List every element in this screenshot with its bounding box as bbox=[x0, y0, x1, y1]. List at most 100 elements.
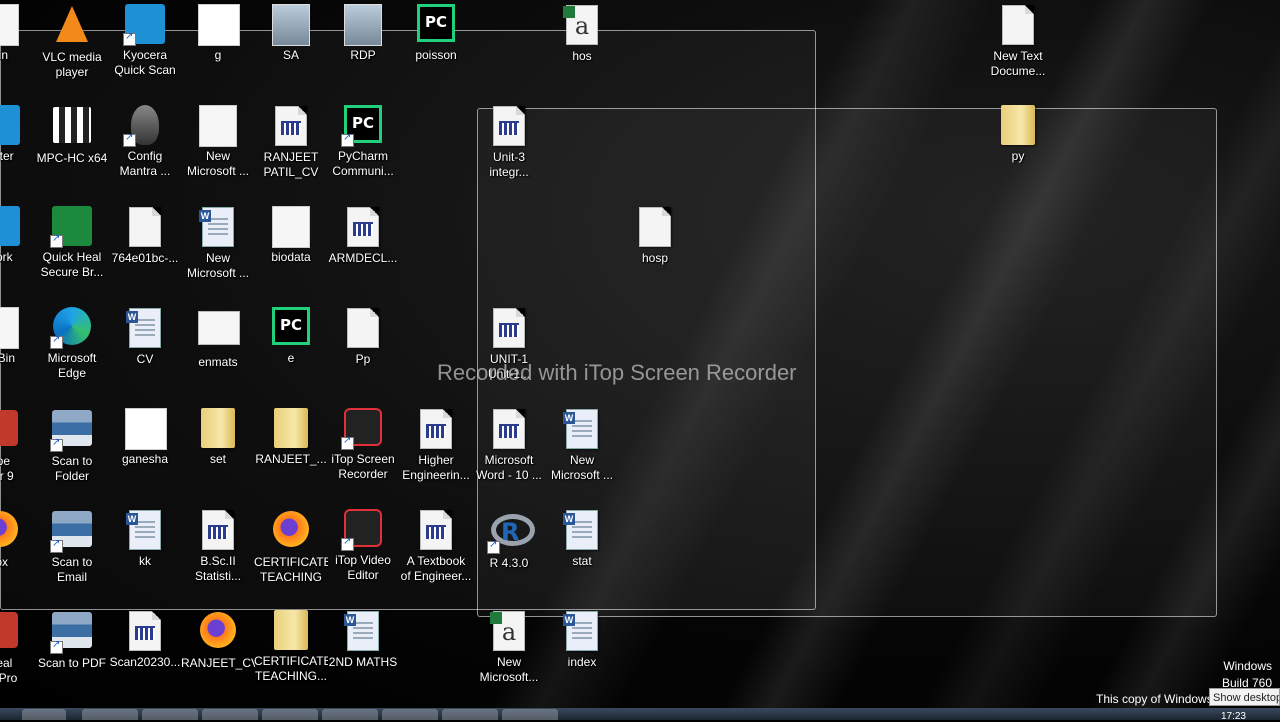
desktop-icon[interactable]: stat bbox=[545, 509, 619, 569]
desktop-icon-label: Kyocera Quick Scan bbox=[114, 48, 176, 77]
word-icon bbox=[562, 409, 602, 449]
desktop-icon-label: fox bbox=[0, 555, 8, 569]
grid-icon bbox=[489, 409, 529, 449]
desktop-icon[interactable]: PC e bbox=[254, 307, 328, 366]
desktop-icon[interactable]: A Textbook of Engineer... bbox=[399, 509, 473, 583]
desktop-icon[interactable]: Scan to Folder bbox=[35, 408, 109, 483]
doc-icon bbox=[635, 207, 675, 247]
desktop-icon-label: work bbox=[0, 250, 13, 264]
word-icon bbox=[125, 510, 165, 550]
desktop-icon-label: Microsoft Word - 10 ... bbox=[476, 453, 542, 482]
taskbar bbox=[0, 708, 1280, 720]
taskbar-app3-button[interactable] bbox=[502, 709, 558, 720]
desktop-icon-label: g bbox=[214, 48, 222, 62]
desktop-icon[interactable]: B.Sc.II Statisti... bbox=[181, 509, 255, 583]
shortcut-arrow-icon bbox=[50, 233, 63, 248]
taskbar-pycharm-button[interactable] bbox=[382, 709, 438, 720]
taskbar-app-button[interactable] bbox=[142, 709, 198, 720]
desktop-icon[interactable]: PCPyCharm Communi... bbox=[326, 105, 400, 178]
desktop-icon[interactable]: ARMDECL... bbox=[326, 206, 400, 266]
taskbar-itop-button[interactable] bbox=[322, 709, 378, 720]
desktop-icon[interactable]: CERTIFICATE TEACHING... bbox=[254, 610, 328, 683]
taskbar-explorer-button[interactable] bbox=[82, 709, 138, 720]
scan-icon bbox=[50, 612, 92, 654]
desktop-icon-label: biodata bbox=[271, 250, 311, 264]
desktop-icon[interactable]: Microsoft Word - 10 ... bbox=[472, 408, 546, 482]
word-icon bbox=[198, 207, 238, 247]
desktop-icon[interactable]: New Microsoft ... bbox=[181, 105, 255, 178]
desktop-icon[interactable]: CERTIFICATE TEACHING bbox=[254, 509, 328, 584]
desktop-icon[interactable]: Unit-3 integr... bbox=[472, 105, 546, 179]
desktop-icon[interactable]: Quick Heal Secure Br... bbox=[35, 206, 109, 279]
desktop-icon[interactable]: obe der 9 bbox=[0, 408, 37, 483]
desktop-icon[interactable]: py bbox=[981, 105, 1055, 164]
desktop-icon[interactable]: ganesha bbox=[108, 408, 182, 467]
desktop-icon[interactable]: fox bbox=[0, 509, 37, 570]
desktop-icon[interactable]: Pp bbox=[326, 307, 400, 367]
desktop-icon[interactable]: New Microsoft ... bbox=[545, 408, 619, 482]
desktop-icon-label: New Microsoft ... bbox=[550, 453, 613, 482]
taskbar-edge-button[interactable] bbox=[262, 709, 318, 720]
desktop-icon[interactable]: hosp bbox=[618, 206, 692, 266]
desktop-icon[interactable]: Scan to PDF bbox=[35, 610, 109, 671]
shortcut-arrow-icon bbox=[50, 334, 63, 349]
desktop-icon-label: le Bin bbox=[0, 351, 16, 365]
desktop-icon[interactable]: Heal us Pro bbox=[0, 610, 37, 685]
desktop-icon[interactable]: a New Microsoft... bbox=[472, 610, 546, 684]
clap-icon bbox=[52, 107, 92, 147]
desktop-icon-label: e bbox=[287, 351, 295, 365]
desktop-icon[interactable]: le Bin bbox=[0, 307, 37, 366]
desktop-icon[interactable]: nin bbox=[0, 4, 37, 63]
doc-icon bbox=[998, 5, 1038, 45]
desktop-icon[interactable]: RANJEET_CV bbox=[181, 610, 255, 671]
desktop-icon[interactable]: Scan to Email bbox=[35, 509, 109, 584]
desktop-icon[interactable]: puter bbox=[0, 105, 37, 164]
desktop-icon[interactable]: Config Mantra ... bbox=[108, 105, 182, 178]
desktop-icon[interactable]: iTop Video Editor bbox=[326, 509, 400, 582]
desktop-icon-label: RDP bbox=[350, 48, 376, 62]
desktop-icon[interactable]: Microsoft Edge bbox=[35, 307, 109, 380]
photo-icon bbox=[343, 4, 383, 46]
desktop-icon[interactable]: SA bbox=[254, 4, 328, 63]
word-icon bbox=[125, 308, 165, 348]
desktop-icon[interactable]: g bbox=[181, 4, 255, 63]
green-icon bbox=[50, 206, 92, 248]
white-icon bbox=[271, 206, 311, 248]
taskbar-app2-button[interactable] bbox=[442, 709, 498, 720]
desktop-icon[interactable]: RANJEET PATIL_CV bbox=[254, 105, 328, 179]
desktop-icon[interactable]: RDP bbox=[326, 4, 400, 63]
desktop-icon[interactable]: kk bbox=[108, 509, 182, 569]
desktop-icon[interactable]: MPC-HC x64 bbox=[35, 105, 109, 166]
desktop-icon[interactable]: PC poisson bbox=[399, 4, 473, 63]
desktop-icon[interactable]: biodata bbox=[254, 206, 328, 265]
desktop-icon[interactable]: work bbox=[0, 206, 37, 265]
desktop-icon[interactable]: a hos bbox=[545, 4, 619, 64]
taskbar-clock[interactable]: 17:23 bbox=[1221, 711, 1246, 722]
desktop-icon[interactable]: Kyocera Quick Scan bbox=[108, 4, 182, 77]
recorder-watermark: Recorded with iTop Screen Recorder bbox=[437, 360, 797, 385]
desktop-icon[interactable]: 764e01bc-... bbox=[108, 206, 182, 266]
desktop-icon[interactable]: RANJEET_... bbox=[254, 408, 328, 467]
desktop-icon[interactable]: iTop Screen Recorder bbox=[326, 408, 400, 481]
desktop-icon[interactable]: index bbox=[545, 610, 619, 670]
desktop-icon[interactable]: CV bbox=[108, 307, 182, 367]
desktop-icon[interactable]: Higher Engineerin... bbox=[399, 408, 473, 482]
desktop-icon[interactable]: enmats bbox=[181, 307, 255, 370]
desktop-icon[interactable]: New Text Docume... bbox=[981, 4, 1055, 78]
taskbar-firefox-button[interactable] bbox=[202, 709, 258, 720]
pc-icon: PC bbox=[416, 4, 456, 44]
desktop-icon-label: poisson bbox=[415, 48, 457, 62]
desktop-icon-label: set bbox=[209, 452, 226, 466]
desktop-icon[interactable]: 2ND MATHS bbox=[326, 610, 400, 670]
ganesh-icon bbox=[198, 4, 240, 46]
desktop-icon[interactable]: Scan20230... bbox=[108, 610, 182, 670]
desktop-background[interactable]: nin VLC media player Kyocera Quick Scan g SA… bbox=[0, 0, 1280, 720]
shortcut-arrow-icon bbox=[50, 437, 63, 452]
desktop-icon[interactable]: R 4.3.0 bbox=[472, 509, 546, 571]
shortcut-arrow-icon bbox=[341, 536, 354, 551]
taskbar-ie-button[interactable] bbox=[22, 709, 66, 720]
desktop-icon[interactable]: New Microsoft ... bbox=[181, 206, 255, 280]
desktop-icon[interactable]: VLC media player bbox=[35, 4, 109, 79]
desktop-icon[interactable]: set bbox=[181, 408, 255, 467]
desktop-icon-label: CERTIFICATE TEACHING bbox=[254, 555, 328, 584]
